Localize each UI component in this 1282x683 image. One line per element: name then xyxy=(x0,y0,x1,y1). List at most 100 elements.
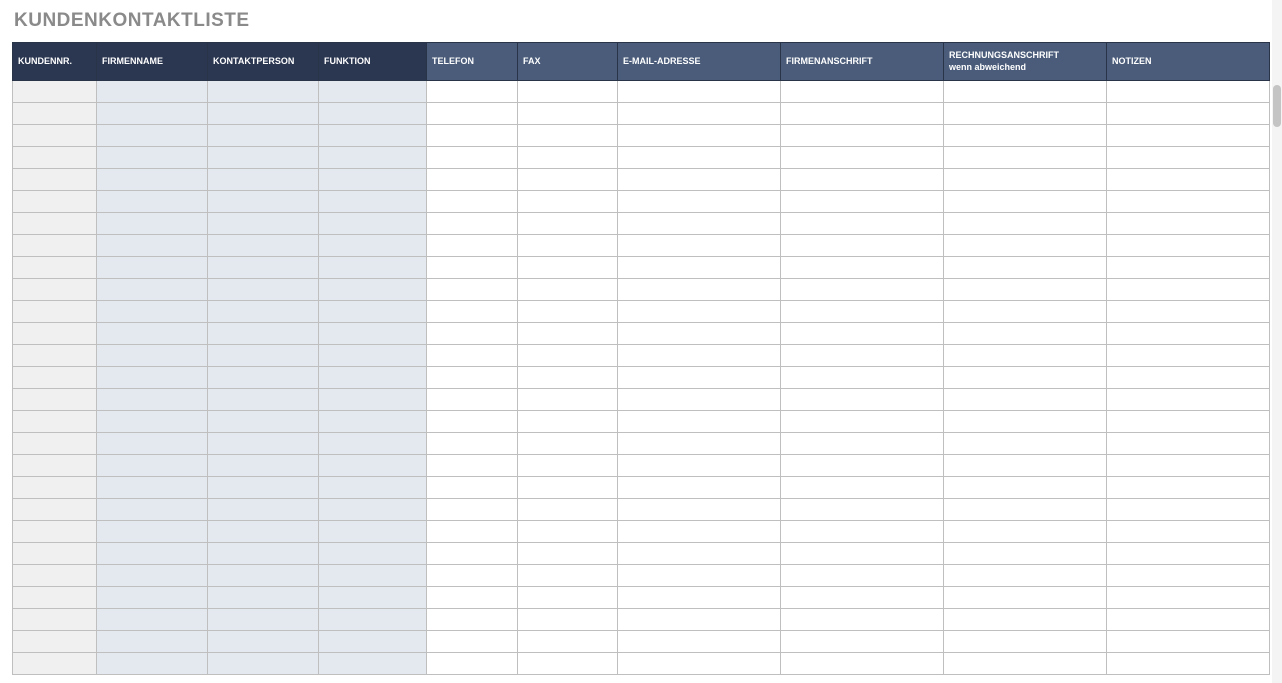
table-cell[interactable] xyxy=(319,653,427,675)
table-cell[interactable] xyxy=(427,543,518,565)
table-cell[interactable] xyxy=(427,521,518,543)
table-cell[interactable] xyxy=(97,433,208,455)
table-cell[interactable] xyxy=(13,125,97,147)
table-cell[interactable] xyxy=(427,125,518,147)
table-cell[interactable] xyxy=(208,411,319,433)
table-cell[interactable] xyxy=(781,411,944,433)
table-cell[interactable] xyxy=(427,367,518,389)
table-cell[interactable] xyxy=(618,345,781,367)
table-cell[interactable] xyxy=(319,301,427,323)
table-cell[interactable] xyxy=(781,103,944,125)
table-cell[interactable] xyxy=(97,235,208,257)
table-cell[interactable] xyxy=(618,213,781,235)
table-cell[interactable] xyxy=(208,103,319,125)
table-cell[interactable] xyxy=(944,521,1107,543)
table-cell[interactable] xyxy=(1107,521,1270,543)
table-cell[interactable] xyxy=(1107,455,1270,477)
table-cell[interactable] xyxy=(518,125,618,147)
table-cell[interactable] xyxy=(618,499,781,521)
table-cell[interactable] xyxy=(1107,477,1270,499)
table-cell[interactable] xyxy=(319,609,427,631)
table-cell[interactable] xyxy=(97,477,208,499)
table-cell[interactable] xyxy=(944,323,1107,345)
table-cell[interactable] xyxy=(618,653,781,675)
table-cell[interactable] xyxy=(518,477,618,499)
table-cell[interactable] xyxy=(97,125,208,147)
table-cell[interactable] xyxy=(13,147,97,169)
table-cell[interactable] xyxy=(781,521,944,543)
table-cell[interactable] xyxy=(618,147,781,169)
table-cell[interactable] xyxy=(97,653,208,675)
table-cell[interactable] xyxy=(319,257,427,279)
table-cell[interactable] xyxy=(319,169,427,191)
table-cell[interactable] xyxy=(518,103,618,125)
table-cell[interactable] xyxy=(13,587,97,609)
table-cell[interactable] xyxy=(13,631,97,653)
table-cell[interactable] xyxy=(13,653,97,675)
table-cell[interactable] xyxy=(618,367,781,389)
table-cell[interactable] xyxy=(944,367,1107,389)
table-cell[interactable] xyxy=(781,653,944,675)
table-cell[interactable] xyxy=(427,191,518,213)
table-cell[interactable] xyxy=(781,455,944,477)
table-cell[interactable] xyxy=(208,521,319,543)
table-cell[interactable] xyxy=(1107,499,1270,521)
table-cell[interactable] xyxy=(319,279,427,301)
table-cell[interactable] xyxy=(618,631,781,653)
table-cell[interactable] xyxy=(319,323,427,345)
table-cell[interactable] xyxy=(1107,81,1270,103)
table-cell[interactable] xyxy=(1107,125,1270,147)
table-cell[interactable] xyxy=(618,433,781,455)
table-cell[interactable] xyxy=(427,499,518,521)
table-cell[interactable] xyxy=(427,169,518,191)
table-cell[interactable] xyxy=(618,169,781,191)
table-cell[interactable] xyxy=(1107,169,1270,191)
table-cell[interactable] xyxy=(1107,433,1270,455)
table-cell[interactable] xyxy=(618,125,781,147)
table-cell[interactable] xyxy=(944,235,1107,257)
table-cell[interactable] xyxy=(208,455,319,477)
table-cell[interactable] xyxy=(518,191,618,213)
table-cell[interactable] xyxy=(13,213,97,235)
table-cell[interactable] xyxy=(97,169,208,191)
table-cell[interactable] xyxy=(208,169,319,191)
table-cell[interactable] xyxy=(518,543,618,565)
table-cell[interactable] xyxy=(518,587,618,609)
table-cell[interactable] xyxy=(944,257,1107,279)
table-cell[interactable] xyxy=(97,367,208,389)
table-cell[interactable] xyxy=(781,235,944,257)
table-cell[interactable] xyxy=(781,257,944,279)
table-cell[interactable] xyxy=(427,587,518,609)
table-cell[interactable] xyxy=(781,191,944,213)
table-cell[interactable] xyxy=(944,169,1107,191)
table-cell[interactable] xyxy=(97,565,208,587)
table-cell[interactable] xyxy=(1107,301,1270,323)
table-cell[interactable] xyxy=(427,609,518,631)
table-cell[interactable] xyxy=(944,543,1107,565)
table-cell[interactable] xyxy=(518,279,618,301)
table-cell[interactable] xyxy=(944,631,1107,653)
table-cell[interactable] xyxy=(1107,147,1270,169)
table-cell[interactable] xyxy=(427,455,518,477)
table-cell[interactable] xyxy=(618,279,781,301)
table-cell[interactable] xyxy=(208,367,319,389)
table-cell[interactable] xyxy=(944,411,1107,433)
table-cell[interactable] xyxy=(319,103,427,125)
table-cell[interactable] xyxy=(944,499,1107,521)
table-cell[interactable] xyxy=(944,433,1107,455)
table-cell[interactable] xyxy=(1107,323,1270,345)
table-cell[interactable] xyxy=(781,477,944,499)
table-cell[interactable] xyxy=(518,257,618,279)
table-cell[interactable] xyxy=(319,367,427,389)
table-cell[interactable] xyxy=(13,455,97,477)
table-cell[interactable] xyxy=(319,411,427,433)
table-cell[interactable] xyxy=(208,323,319,345)
table-cell[interactable] xyxy=(427,389,518,411)
table-cell[interactable] xyxy=(944,345,1107,367)
table-cell[interactable] xyxy=(427,565,518,587)
table-cell[interactable] xyxy=(781,345,944,367)
table-cell[interactable] xyxy=(97,147,208,169)
table-cell[interactable] xyxy=(427,235,518,257)
table-cell[interactable] xyxy=(319,191,427,213)
table-cell[interactable] xyxy=(319,147,427,169)
